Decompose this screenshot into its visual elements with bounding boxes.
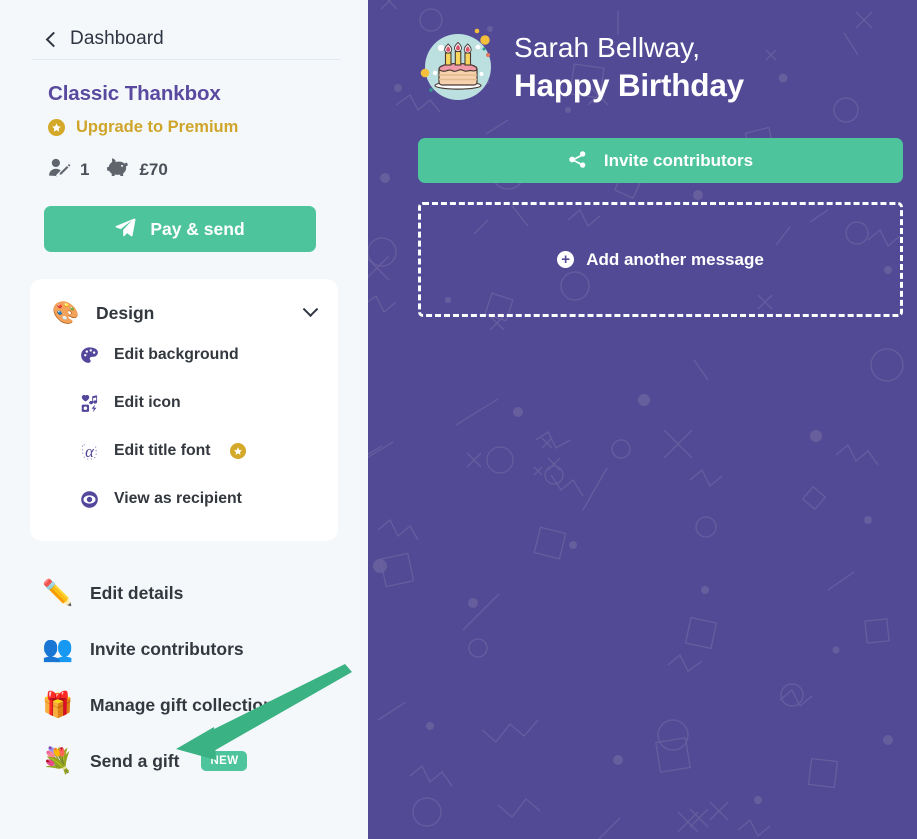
menu-item-manage-gift-collection[interactable]: 🎁 Manage gift collection (0, 677, 368, 733)
svg-text:α: α (85, 442, 94, 461)
back-label: Dashboard (70, 28, 164, 49)
add-another-message-dropzone[interactable]: + Add another message (418, 202, 903, 317)
eye-icon (78, 490, 100, 509)
app-root: Dashboard Classic Thankbox Upgrade to Pr… (0, 0, 917, 839)
greeting-text: Sarah Bellway, Happy Birthday (514, 30, 744, 104)
chevron-down-icon[interactable] (302, 300, 319, 317)
menu-item-label: Edit details (90, 582, 184, 603)
design-item-edit-icon[interactable]: Edit icon (30, 379, 338, 427)
menu-item-label: Manage gift collection (90, 694, 274, 715)
breadcrumb-back-dashboard[interactable]: Dashboard (0, 0, 368, 58)
main-panel: Sarah Bellway, Happy Birthday Invite con… (368, 0, 917, 839)
design-item-label: Edit icon (114, 394, 181, 411)
sidebar-menu: ✏️ Edit details 👥 Invite contributors 🎁 … (0, 565, 368, 789)
share-icon (568, 150, 587, 172)
menu-item-invite-contributors[interactable]: 👥 Invite contributors (0, 621, 368, 677)
media-icon (78, 394, 100, 413)
alpha-font-icon: α (78, 441, 100, 462)
box-title-block: Classic Thankbox Upgrade to Premium 1 £7… (0, 60, 368, 182)
design-item-label: View as recipient (114, 490, 242, 507)
occasion-title: Happy Birthday (514, 66, 744, 103)
invite-contributors-label: Invite contributors (603, 150, 754, 170)
design-panel-title: Design (96, 302, 155, 323)
paper-plane-icon (115, 217, 136, 241)
gift-card-emoji: 🎁 (42, 690, 74, 719)
palette-icon (78, 346, 100, 365)
design-item-view-as-recipient[interactable]: View as recipient (30, 475, 338, 523)
design-item-edit-title-font[interactable]: α Edit title font (30, 427, 338, 475)
amount-value: £70 (139, 159, 168, 179)
main-content: Sarah Bellway, Happy Birthday Invite con… (368, 0, 917, 317)
add-people-emoji: 👥 (42, 634, 74, 663)
stats-row: 1 £70 (48, 157, 368, 182)
star-badge-icon (229, 443, 246, 459)
chevron-left-icon (45, 31, 62, 47)
sidebar: Dashboard Classic Thankbox Upgrade to Pr… (0, 0, 368, 839)
status-badge-new: NEW (201, 751, 248, 771)
bouquet-emoji: 💐 (42, 746, 74, 775)
upgrade-label: Upgrade to Premium (76, 118, 239, 136)
menu-item-send-a-gift[interactable]: 💐 Send a gift NEW (0, 733, 368, 789)
pay-and-send-label: Pay & send (150, 218, 245, 239)
menu-item-label: Send a gift (90, 750, 180, 771)
design-item-edit-background[interactable]: Edit background (30, 331, 338, 379)
invite-contributors-button[interactable]: Invite contributors (418, 138, 903, 183)
stat-amount: £70 (107, 157, 168, 182)
palette-emoji: 🎨 (52, 300, 80, 325)
piggy-bank-icon (107, 157, 130, 182)
upgrade-to-premium-link[interactable]: Upgrade to Premium (48, 118, 368, 137)
person-edit-icon (48, 158, 71, 182)
menu-item-edit-details[interactable]: ✏️ Edit details (0, 565, 368, 621)
pencil-emoji: ✏️ (42, 578, 74, 607)
page-title: Classic Thankbox (48, 82, 221, 105)
contributors-count: 1 (80, 159, 90, 179)
plus-circle-icon: + (557, 251, 575, 268)
birthday-cake-icon (418, 27, 498, 107)
recipient-name: Sarah Bellway, (514, 31, 701, 63)
pay-and-send-button[interactable]: Pay & send (44, 206, 316, 252)
stat-contributors: 1 (48, 158, 89, 182)
add-another-message-label: Add another message (586, 249, 764, 269)
greeting-header: Sarah Bellway, Happy Birthday (418, 27, 901, 107)
menu-item-label: Invite contributors (90, 638, 244, 659)
design-panel: 🎨 Design Edit background Edit icon α Edi… (30, 279, 338, 541)
design-panel-header[interactable]: 🎨 Design (30, 295, 338, 331)
design-item-label: Edit background (114, 346, 239, 363)
star-badge-icon (48, 119, 65, 136)
design-item-label: Edit title font (114, 442, 211, 459)
